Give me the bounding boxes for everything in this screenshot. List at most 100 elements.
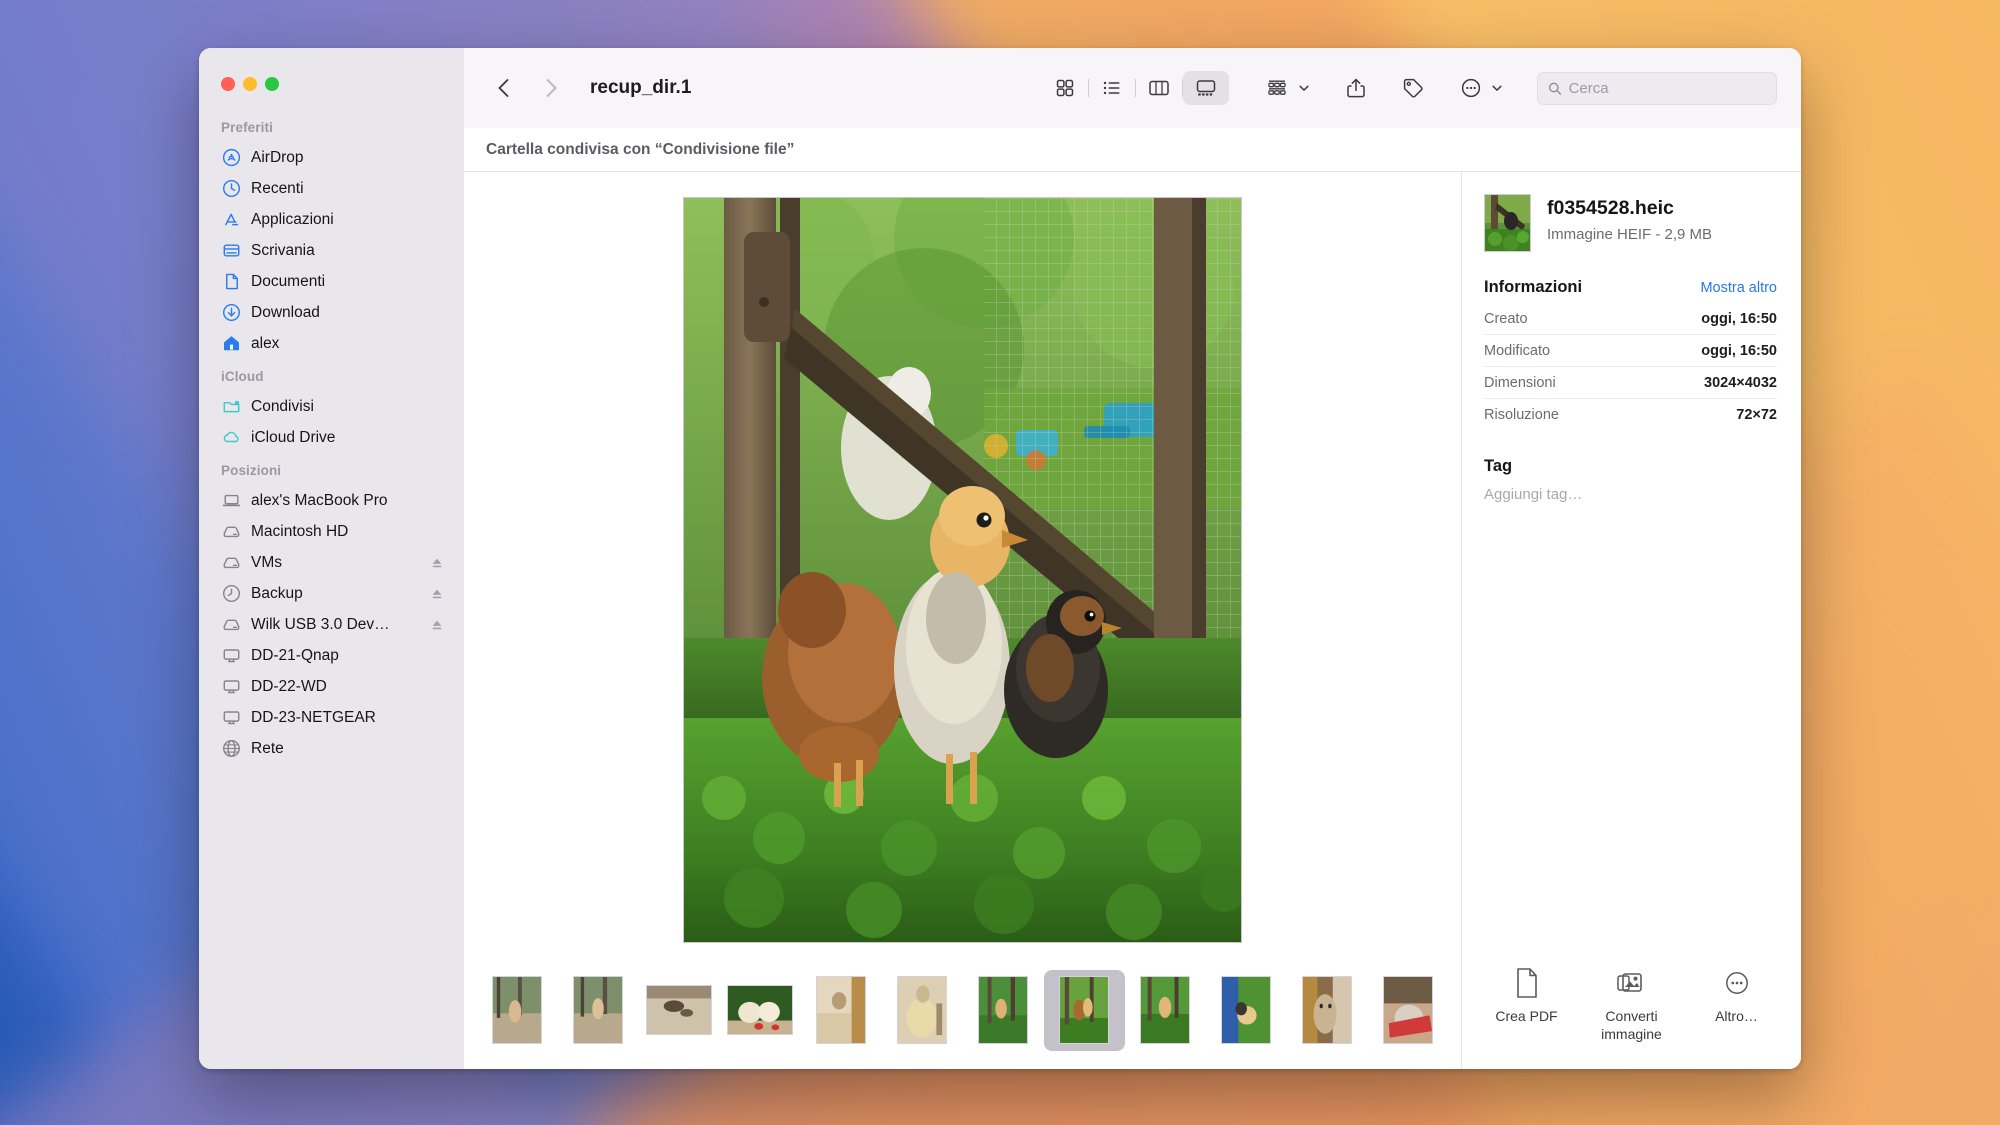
quick-actions: Crea PDF Converti immagine Altro…: [1462, 967, 1801, 1069]
airdrop-icon: [222, 148, 240, 167]
sidebar-item-label: DD-22-WD: [251, 677, 327, 695]
sidebar-item-recenti[interactable]: Recenti: [209, 173, 454, 204]
preview-image-render: [684, 197, 1241, 942]
group-by-button[interactable]: [1257, 71, 1318, 105]
create-pdf-label: Crea PDF: [1495, 1008, 1558, 1024]
sidebar-item-rete[interactable]: Rete: [209, 733, 454, 764]
home-icon: [221, 334, 241, 354]
file-thumbnail-render: [1485, 195, 1530, 251]
server-icon: [223, 649, 239, 663]
sidebar-item-label: alex: [251, 334, 280, 352]
more-button[interactable]: Altro…: [1688, 967, 1786, 1026]
sidebar-item-documenti[interactable]: Documenti: [209, 266, 454, 297]
metadata-row: Modificato oggi, 16:50: [1484, 335, 1777, 367]
list-view-button[interactable]: [1089, 71, 1135, 105]
filmstrip-thumbnail[interactable]: [1125, 970, 1206, 1051]
sidebar-item-download[interactable]: Download: [209, 297, 454, 328]
sidebar-item-dd-21-qnap[interactable]: DD-21-Qnap: [209, 640, 454, 671]
back-button[interactable]: [486, 71, 520, 105]
sidebar-item-wilk-usb-3-0-dev[interactable]: Wilk USB 3.0 Dev…: [209, 609, 454, 640]
gallery-view-button[interactable]: [1183, 71, 1229, 105]
sidebar-item-dd-23-netgear[interactable]: DD-23-NETGEAR: [209, 702, 454, 733]
cloud-icon: [221, 428, 241, 448]
globe-icon: [221, 739, 241, 759]
filmstrip-thumbnail[interactable]: [882, 970, 963, 1051]
minimize-button[interactable]: [243, 77, 257, 91]
download-icon: [221, 303, 241, 323]
laptop-icon: [222, 494, 240, 507]
server-icon: [223, 711, 239, 725]
eject-button[interactable]: [430, 587, 444, 601]
sidebar: Preferiti AirDrop Recenti Applicazioni S…: [199, 48, 464, 1069]
convert-image-button[interactable]: Converti immagine: [1583, 967, 1681, 1043]
thumbnail-image: [1140, 976, 1190, 1044]
filmstrip-thumbnail-selected[interactable]: [1043, 969, 1125, 1051]
filmstrip-thumbnail[interactable]: [558, 970, 639, 1051]
share-button[interactable]: [1338, 71, 1374, 105]
more-actions-button[interactable]: [1452, 71, 1511, 105]
chevron-down-icon: [1492, 85, 1502, 91]
tag-section-title: Tag: [1484, 457, 1513, 475]
sidebar-item-airdrop[interactable]: AirDrop: [209, 142, 454, 173]
server-icon: [223, 680, 239, 694]
sidebar-section-header: Preferiti: [221, 120, 273, 135]
create-pdf-button[interactable]: Crea PDF: [1478, 967, 1576, 1026]
eject-icon[interactable]: [430, 618, 444, 632]
eject-button[interactable]: [430, 556, 444, 570]
sidebar-item-alex-s-macbook-pro[interactable]: alex's MacBook Pro: [209, 485, 454, 516]
add-tag-input[interactable]: Aggiungi tag…: [1484, 486, 1777, 503]
thumbnail-image: [492, 976, 542, 1044]
filmstrip-thumbnail[interactable]: [1368, 970, 1449, 1051]
sidebar-item-label: Applicazioni: [251, 210, 334, 228]
tag-button[interactable]: [1394, 71, 1432, 105]
sidebar-list: Preferiti AirDrop Recenti Applicazioni S…: [199, 98, 464, 764]
sidebar-item-macintosh-hd[interactable]: Macintosh HD: [209, 516, 454, 547]
sidebar-item-applicazioni[interactable]: Applicazioni: [209, 204, 454, 235]
filmstrip-thumbnail[interactable]: [1206, 970, 1287, 1051]
sidebar-section-header: iCloud: [221, 369, 264, 384]
preview-image[interactable]: [683, 196, 1242, 943]
icon-view-button[interactable]: [1042, 71, 1088, 105]
sidebar-item-vms[interactable]: VMs: [209, 547, 454, 578]
harddisk-icon: [221, 553, 241, 573]
sidebar-item-label: iCloud Drive: [251, 428, 336, 446]
sidebar-item-label: Condivisi: [251, 397, 314, 415]
maximize-button[interactable]: [265, 77, 279, 91]
filmstrip-thumbnail[interactable]: [477, 970, 558, 1051]
sidebar-item-icloud-drive[interactable]: iCloud Drive: [209, 422, 454, 453]
filmstrip-thumbnail[interactable]: [1287, 970, 1368, 1051]
photos-stack-icon: [1616, 973, 1642, 992]
filmstrip-thumbnail[interactable]: [963, 970, 1044, 1051]
filmstrip-thumbnail[interactable]: [639, 970, 720, 1051]
sidebar-item-scrivania[interactable]: Scrivania: [209, 235, 454, 266]
forward-button[interactable]: [534, 71, 568, 105]
filmstrip-thumbnail[interactable]: [801, 970, 882, 1051]
filmstrip[interactable]: [464, 951, 1461, 1069]
harddisk-icon: [221, 522, 241, 542]
info-panel: f0354528.heic Immagine HEIF - 2,9 MB Inf…: [1461, 172, 1801, 1069]
eject-button[interactable]: [430, 618, 444, 632]
metadata-key: Risoluzione: [1484, 407, 1559, 423]
sidebar-item-condivisi[interactable]: Condivisi: [209, 391, 454, 422]
show-more-link[interactable]: Mostra altro: [1700, 280, 1777, 296]
server-icon: [221, 646, 241, 666]
eject-icon[interactable]: [430, 587, 444, 601]
page-icon: [1516, 968, 1537, 998]
shared-folder-banner: Cartella condivisa con “Condivisione fil…: [464, 128, 1801, 172]
eject-icon[interactable]: [430, 556, 444, 570]
thumbnail-image: [573, 976, 623, 1044]
path-title[interactable]: recup_dir.1: [590, 77, 691, 99]
file-thumbnail: [1484, 194, 1531, 252]
filmstrip-thumbnail[interactable]: [720, 970, 801, 1051]
sidebar-item-backup[interactable]: Backup: [209, 578, 454, 609]
close-button[interactable]: [221, 77, 235, 91]
column-view-button[interactable]: [1136, 71, 1182, 105]
column-view-icon: [1149, 80, 1169, 96]
search-input[interactable]: [1568, 79, 1766, 97]
sidebar-item-label: AirDrop: [251, 148, 304, 166]
sidebar-item-alex[interactable]: alex: [209, 328, 454, 359]
airdrop-icon: [221, 148, 241, 168]
sidebar-item-label: DD-23-NETGEAR: [251, 708, 376, 726]
search-field[interactable]: [1537, 71, 1777, 105]
sidebar-item-dd-22-wd[interactable]: DD-22-WD: [209, 671, 454, 702]
